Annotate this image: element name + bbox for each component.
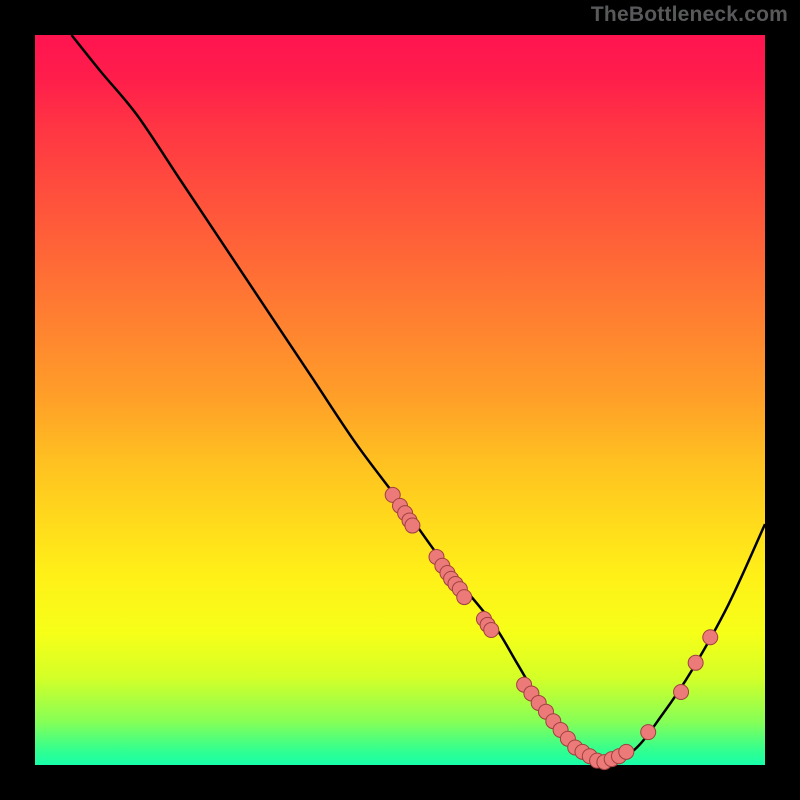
watermark-text: TheBottleneck.com bbox=[591, 3, 788, 27]
chart-stage: TheBottleneck.com bbox=[0, 0, 800, 800]
bottleneck-curve bbox=[72, 35, 766, 761]
data-point bbox=[674, 685, 689, 700]
data-point bbox=[688, 655, 703, 670]
data-point bbox=[484, 622, 499, 637]
data-point bbox=[457, 590, 472, 605]
data-points bbox=[385, 487, 718, 769]
plot-panel bbox=[35, 35, 765, 765]
data-point bbox=[405, 518, 420, 533]
data-point bbox=[641, 725, 656, 740]
data-point bbox=[619, 744, 634, 759]
data-point bbox=[703, 630, 718, 645]
plot-svg bbox=[35, 35, 765, 765]
